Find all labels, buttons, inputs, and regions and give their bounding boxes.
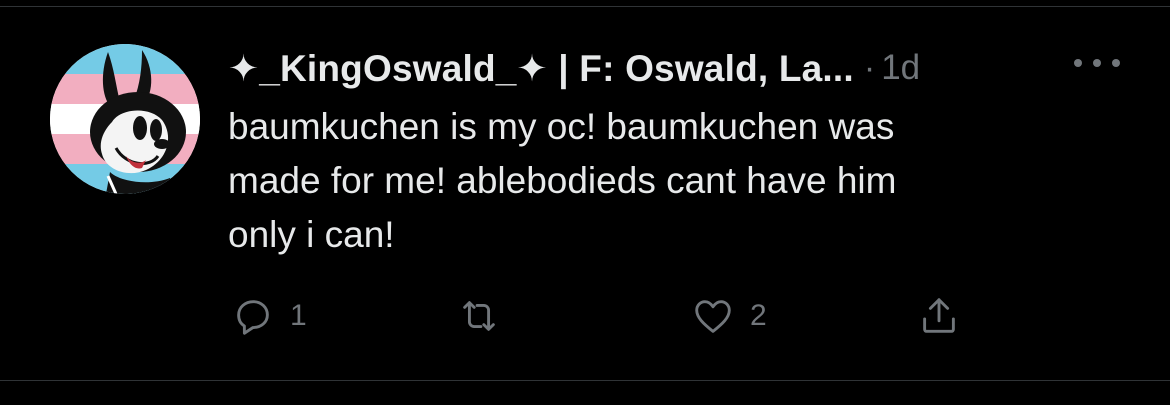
reply-button[interactable]: 1	[230, 286, 307, 346]
bottom-divider	[0, 380, 1170, 381]
more-options-button[interactable]	[1074, 48, 1120, 78]
profile-avatar[interactable]	[50, 44, 200, 194]
more-options-icon	[1112, 59, 1120, 67]
tweet-actions: 1 2	[0, 286, 1170, 346]
retweet-button[interactable]	[456, 286, 502, 346]
tweet-header: ✦_KingOswald_✦ | F: Oswald, La... · 1d	[228, 42, 1128, 94]
more-options-icon	[1093, 59, 1101, 67]
heart-icon	[695, 300, 731, 333]
like-button[interactable]: 2	[690, 286, 767, 346]
avatar-image	[50, 44, 200, 194]
tweet[interactable]: ✦_KingOswald_✦ | F: Oswald, La... · 1d b…	[0, 0, 1170, 405]
more-options-icon	[1074, 59, 1082, 67]
like-count: 2	[750, 299, 767, 332]
tweet-text-line: only i can!	[228, 214, 395, 255]
share-icon	[923, 298, 955, 333]
share-button[interactable]	[916, 286, 962, 346]
tweet-text-line: baumkuchen is my oc! baumkuchen was	[228, 106, 895, 147]
tweet-text: baumkuchen is my oc! baumkuchen was made…	[228, 100, 1128, 262]
timestamp[interactable]: 1d	[881, 48, 920, 88]
display-name[interactable]: ✦_KingOswald_✦ | F: Oswald, La...	[228, 47, 854, 90]
reply-count: 1	[290, 299, 307, 332]
separator-dot: ·	[863, 48, 876, 87]
retweet-icon	[463, 301, 495, 331]
tweet-text-line: made for me! ablebodieds cant have him	[228, 160, 897, 201]
reply-icon	[237, 300, 269, 335]
